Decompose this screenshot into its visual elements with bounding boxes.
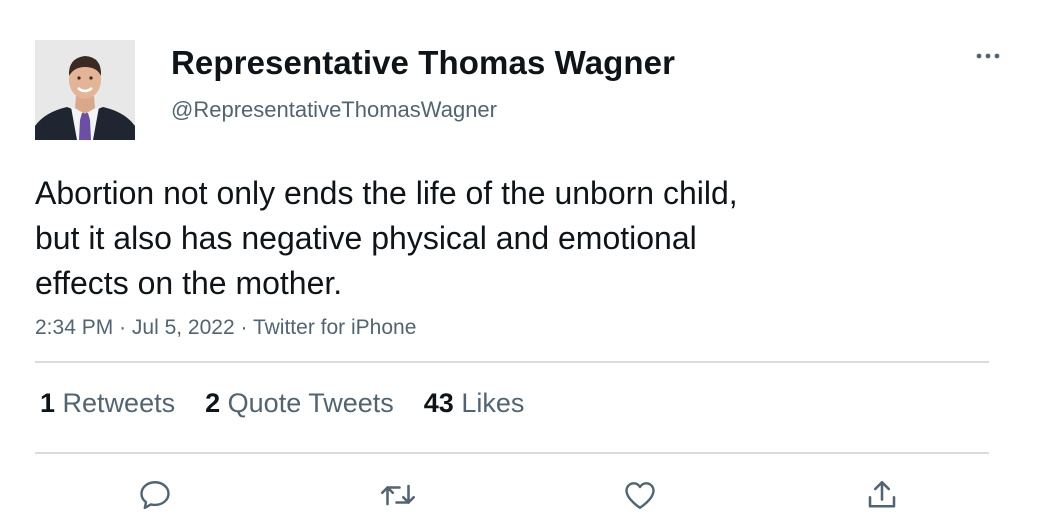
retweets-stat[interactable]: 1 Retweets [40, 388, 175, 419]
meta-separator: · [240, 316, 248, 339]
likes-count: 43 [423, 388, 454, 418]
meta-separator: · [119, 316, 127, 339]
likes-stat[interactable]: 43 Likes [424, 388, 525, 419]
tweet-source[interactable]: Twitter for iPhone [253, 316, 416, 339]
tweet-text-line: but it also has negative physical and em… [35, 220, 697, 256]
tweet-text-line: effects on the mother. [35, 265, 343, 301]
quote-tweets-label: Quote Tweets [227, 388, 394, 418]
divider [35, 361, 989, 363]
divider [35, 452, 989, 454]
retweet-icon [380, 484, 416, 506]
quote-tweets-stat[interactable]: 2 Quote Tweets [205, 388, 394, 419]
tweet-text: Abortion not only ends the life of the u… [35, 171, 895, 306]
retweets-label: Retweets [62, 388, 176, 418]
likes-label: Likes [461, 388, 525, 418]
like-button[interactable] [620, 475, 660, 515]
comment-icon [140, 481, 170, 510]
more-options-button[interactable] [972, 44, 1004, 68]
avatar-portrait [35, 40, 135, 140]
heart-icon [625, 482, 655, 509]
author-handle[interactable]: @RepresentativeThomasWagner [171, 97, 497, 123]
reply-button[interactable] [135, 475, 175, 515]
tweet-meta: 2:34 PM · Jul 5, 2022 · Twitter for iPho… [35, 316, 416, 340]
quote-tweets-count: 2 [205, 388, 221, 418]
tweet-text-line: Abortion not only ends the life of the u… [35, 175, 738, 211]
avatar[interactable] [35, 40, 135, 140]
share-icon [868, 480, 896, 508]
tweet-date[interactable]: Jul 5, 2022 [132, 316, 235, 339]
tweet-stats: 1 Retweets 2 Quote Tweets 43 Likes [40, 388, 524, 419]
more-dots-icon [976, 53, 1000, 59]
share-button[interactable] [862, 475, 902, 515]
retweets-count: 1 [40, 388, 56, 418]
retweet-button[interactable] [378, 475, 418, 515]
tweet-time[interactable]: 2:34 PM [35, 316, 113, 339]
author-display-name[interactable]: Representative Thomas Wagner [171, 44, 675, 82]
